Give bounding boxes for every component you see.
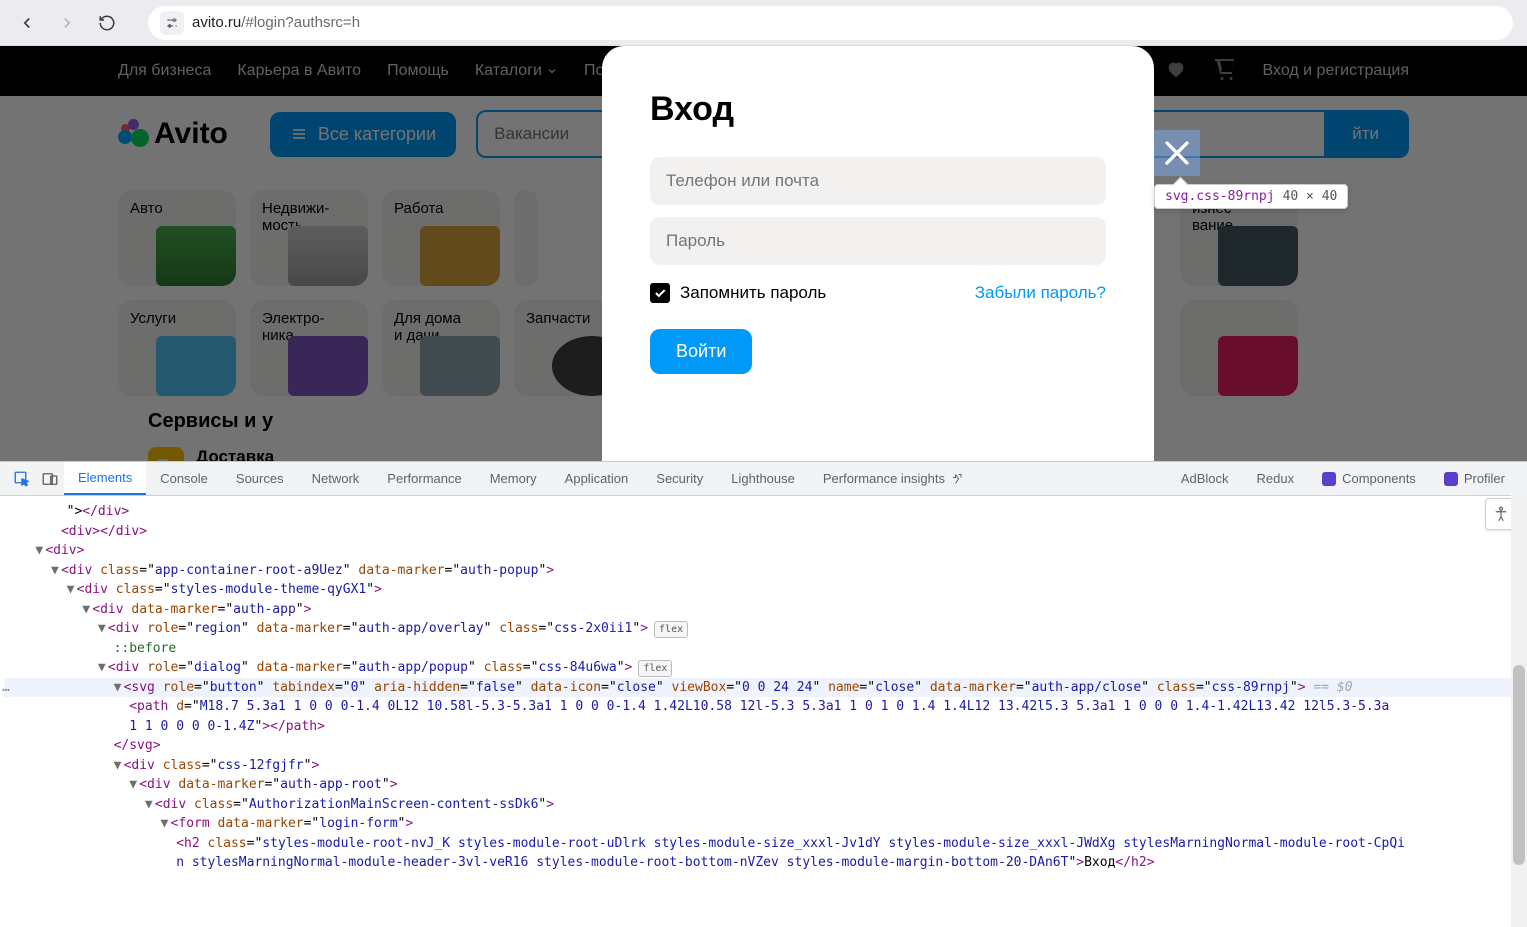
tab-components[interactable]: Components (1308, 462, 1430, 495)
reload-button[interactable] (94, 10, 120, 36)
react-icon (1322, 472, 1336, 486)
tab-lighthouse[interactable]: Lighthouse (717, 462, 809, 495)
device-toolbar-button[interactable] (36, 465, 64, 493)
inspect-element-button[interactable] (8, 465, 36, 493)
tab-perf-insights[interactable]: Performance insights (809, 462, 977, 495)
page-viewport: Для бизнеса Карьера в Авито Помощь Катал… (0, 46, 1527, 461)
tab-performance[interactable]: Performance (373, 462, 475, 495)
forgot-password-link[interactable]: Забыли пароль? (975, 283, 1106, 303)
login-input[interactable] (650, 157, 1106, 205)
password-input[interactable] (650, 217, 1106, 265)
tab-security[interactable]: Security (642, 462, 717, 495)
devtools-panel: Elements Console Sources Network Perform… (0, 461, 1527, 927)
react-icon (1444, 472, 1458, 486)
elements-tree[interactable]: "></div> <div></div> ▼<div> ▼<div class=… (0, 496, 1527, 927)
devtools-scrollbar[interactable] (1511, 495, 1527, 927)
modal-close-button[interactable] (1154, 130, 1200, 176)
inspector-tooltip: svg.css-89rnpj40 × 40 (1154, 184, 1348, 209)
back-button[interactable] (14, 10, 40, 36)
tab-application[interactable]: Application (551, 462, 643, 495)
tab-sources[interactable]: Sources (222, 462, 298, 495)
tab-profiler[interactable]: Profiler (1430, 462, 1519, 495)
scrollbar-thumb[interactable] (1513, 665, 1525, 865)
devtools-tabs: Elements Console Sources Network Perform… (0, 462, 1527, 496)
tab-console[interactable]: Console (146, 462, 222, 495)
browser-toolbar: avito.ru/#login?authsrc=h (0, 0, 1527, 46)
url-text: avito.ru/#login?authsrc=h (192, 14, 360, 31)
tab-memory[interactable]: Memory (476, 462, 551, 495)
login-submit-button[interactable]: Войти (650, 329, 752, 374)
remember-checkbox[interactable]: Запомнить пароль (650, 283, 826, 303)
address-bar[interactable]: avito.ru/#login?authsrc=h (148, 6, 1513, 40)
forward-button[interactable] (54, 10, 80, 36)
modal-title: Вход (650, 90, 1106, 129)
checkbox-checked-icon (650, 283, 670, 303)
tab-elements[interactable]: Elements (64, 462, 146, 495)
tab-network[interactable]: Network (298, 462, 374, 495)
login-modal: Вход Запомнить пароль Забыли пароль? Вой… (602, 46, 1154, 461)
site-settings-icon[interactable] (160, 11, 184, 35)
close-icon (1157, 133, 1197, 173)
tab-adblock[interactable]: AdBlock (1167, 462, 1243, 495)
tab-redux[interactable]: Redux (1243, 462, 1309, 495)
